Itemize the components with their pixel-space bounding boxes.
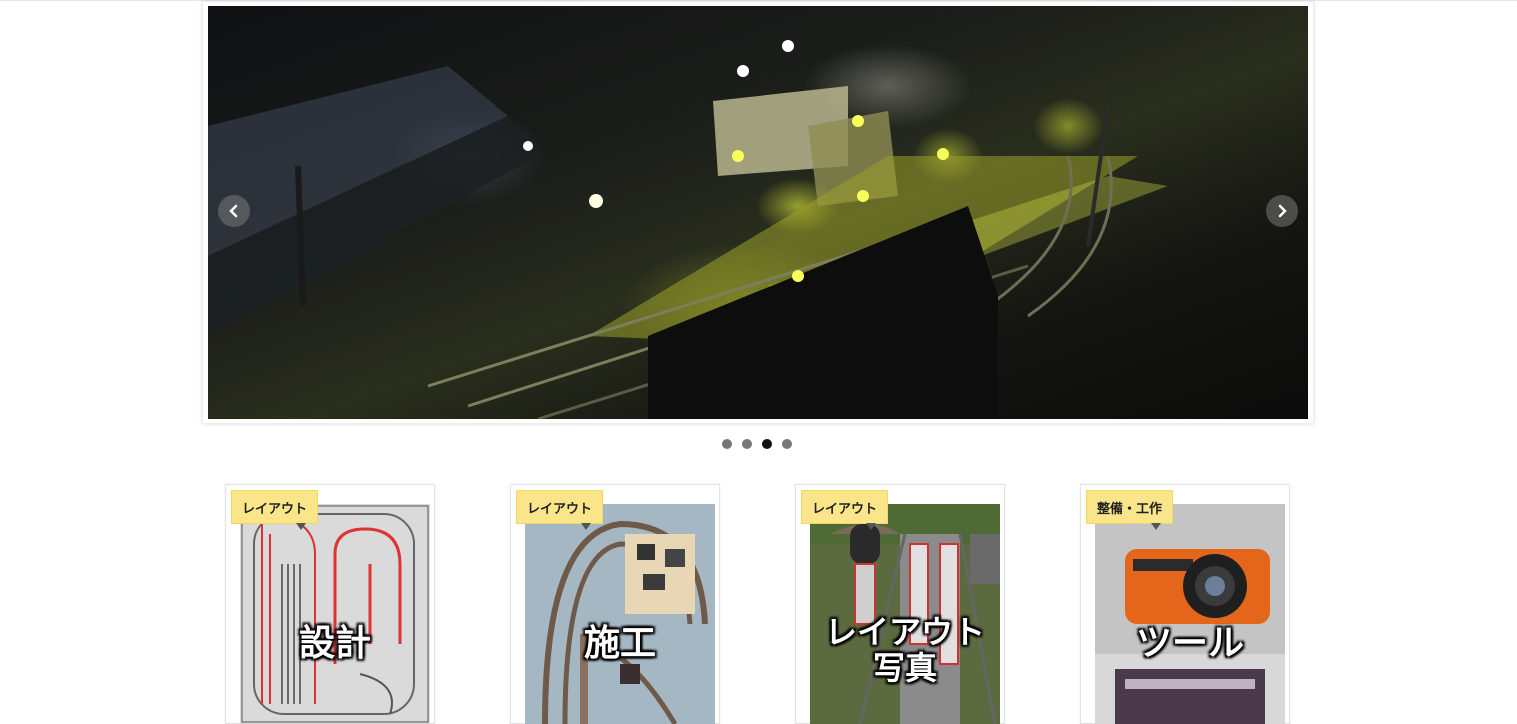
category-tag: レイアウト <box>516 490 604 530</box>
card-title: 施工 <box>583 623 656 664</box>
slider-dot-1[interactable] <box>722 439 732 449</box>
construction-thumbnail: 施工 <box>525 504 715 724</box>
slider-dot-4[interactable] <box>782 439 792 449</box>
card-title-line1: レイアウト <box>824 613 985 651</box>
slider-dot-2[interactable] <box>742 439 752 449</box>
tools-thumbnail: ツール <box>1095 504 1285 724</box>
category-tag: レイアウト <box>231 490 319 530</box>
card-title-line2: 写真 <box>872 649 937 687</box>
hero-slider <box>202 1 1314 424</box>
slider-next-button[interactable] <box>1266 195 1298 227</box>
category-card-tools[interactable]: 整備・工作 ツール <box>1080 484 1290 724</box>
slider-prev-button[interactable] <box>218 195 250 227</box>
slider-pagination <box>722 439 792 449</box>
design-thumbnail: 設計 <box>240 504 430 724</box>
chevron-right-icon <box>1278 204 1287 218</box>
chevron-left-icon <box>229 204 238 218</box>
category-card-design[interactable]: レイアウト 設計 <box>225 484 435 724</box>
category-card-construction[interactable]: レイアウト 施工 <box>510 484 720 724</box>
card-title: ツール <box>1135 623 1244 664</box>
category-card-layout-photos[interactable]: レイアウト レイアウト 写真 <box>795 484 1005 724</box>
category-tag: レイアウト <box>801 490 889 530</box>
category-tag: 整備・工作 <box>1086 490 1174 530</box>
layout-photos-thumbnail: レイアウト 写真 <box>810 504 1000 724</box>
card-title: 設計 <box>298 623 371 664</box>
slider-dot-3[interactable] <box>762 439 772 449</box>
slide-image-night-station <box>208 6 1308 419</box>
